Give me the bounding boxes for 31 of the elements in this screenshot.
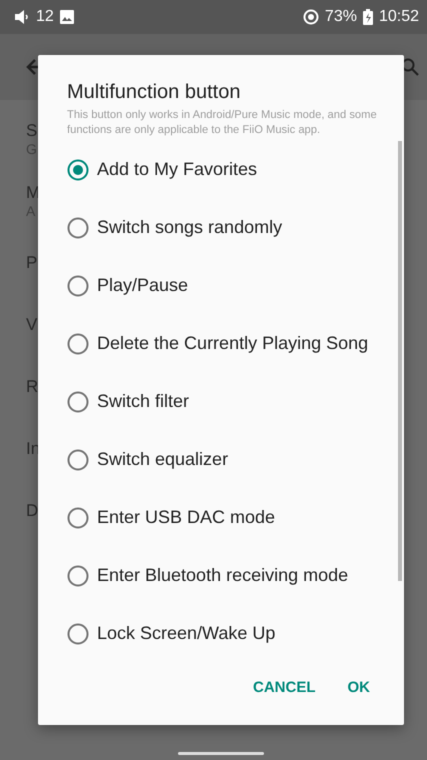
radio-option[interactable]: Lock Screen/Wake Up bbox=[38, 605, 404, 664]
radio-option[interactable]: Enter USB DAC mode bbox=[38, 489, 404, 548]
search-icon[interactable] bbox=[401, 58, 419, 76]
radio-button[interactable] bbox=[67, 565, 89, 588]
radio-option[interactable]: Switch equalizer bbox=[38, 431, 404, 490]
dialog-description: This button only works in Android/Pure Music mode, and some functions are only applicable to the FiiO Music app. bbox=[66, 108, 378, 138]
scrollbar[interactable] bbox=[398, 141, 402, 582]
record-icon bbox=[302, 9, 319, 25]
radio-button[interactable] bbox=[67, 275, 89, 298]
dialog-title: Multifunction button bbox=[66, 80, 242, 104]
radio-button[interactable] bbox=[67, 217, 89, 240]
volume-icon bbox=[14, 10, 30, 24]
dialog-button[interactable]: OK bbox=[340, 671, 378, 704]
battery-charging-icon bbox=[362, 9, 373, 25]
radio-button[interactable] bbox=[67, 623, 89, 646]
radio-button[interactable] bbox=[67, 507, 89, 530]
battery-percentage: 73% bbox=[324, 8, 357, 26]
radio-button[interactable] bbox=[67, 391, 89, 414]
radio-button[interactable] bbox=[67, 159, 89, 182]
radio-option[interactable]: Delete the Currently Playing Song bbox=[38, 315, 404, 374]
radio-option[interactable]: Switch songs randomly bbox=[38, 199, 404, 258]
clock-time: 10:52 bbox=[378, 8, 419, 26]
radio-button[interactable] bbox=[67, 449, 89, 472]
radio-option[interactable]: Enter Bluetooth receiving mode bbox=[38, 547, 404, 606]
radio-button[interactable] bbox=[67, 333, 89, 356]
radio-option[interactable]: Add to My Favorites bbox=[38, 141, 404, 200]
dialog-button[interactable]: CANCEL bbox=[245, 671, 324, 704]
radio-option[interactable]: Switch filter bbox=[38, 373, 404, 432]
radio-option[interactable]: Play/Pause bbox=[38, 257, 404, 316]
image-icon bbox=[60, 10, 74, 24]
volume-level: 12 bbox=[36, 8, 54, 26]
